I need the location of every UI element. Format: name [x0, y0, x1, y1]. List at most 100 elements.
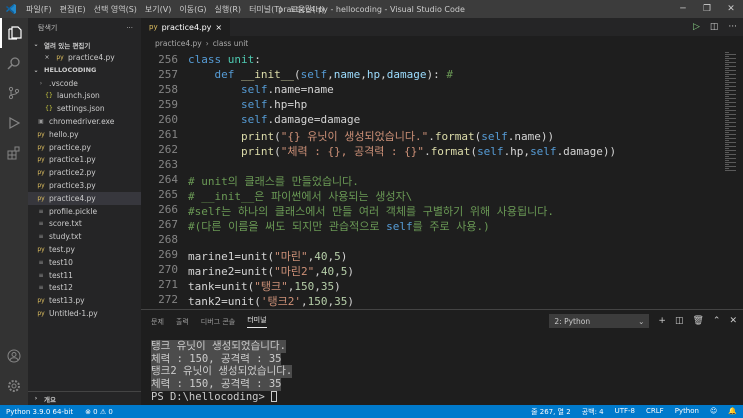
menu-item[interactable]: 편집(E)	[60, 4, 86, 15]
terminal-text: 체력 : 150, 공격력 : 35	[151, 352, 282, 366]
terminal-output[interactable]: 탱크 유닛이 생성되었습니다. 체력 : 150, 공격력 : 35 탱크2 유닛이…	[151, 340, 293, 404]
code-token: # __init__은 파이썬에서 사용되는 생성자\	[188, 190, 413, 203]
status-bar: Python 3.9.0 64-bit ⊗ 0 ⚠ 0 줄 267, 열 2 공…	[0, 405, 743, 418]
menu-item[interactable]: 선택 영역(S)	[94, 4, 137, 15]
eol[interactable]: CRLF	[646, 407, 664, 417]
minimap[interactable]	[723, 51, 743, 309]
folder-section[interactable]: ⌄ HELLOCODING	[28, 64, 141, 77]
line-number: 266	[158, 203, 178, 216]
code-editor[interactable]: 256 class unit: 257 def __init__(self,name…	[141, 51, 723, 309]
file-icon: ≡	[38, 258, 44, 266]
file-tree-item[interactable]: py Untitled-1.py	[28, 307, 141, 320]
file-tree-item[interactable]: py practice4.py	[28, 191, 141, 205]
menu-item[interactable]: 이동(G)	[179, 4, 206, 15]
file-tree-item[interactable]: ▣ chromedriver.exe	[28, 115, 141, 128]
account-icon[interactable]	[0, 341, 28, 371]
panel-tab[interactable]: 문제	[151, 317, 164, 327]
file-tree-item[interactable]: py test13.py	[28, 294, 141, 307]
language-mode[interactable]: Python	[675, 407, 699, 417]
file-name: practice1.py	[49, 155, 96, 165]
extensions-icon[interactable]	[0, 138, 28, 168]
line-number: 258	[158, 83, 178, 96]
file-tree-item[interactable]: ≡ score.txt	[28, 218, 141, 231]
close-panel-icon[interactable]: ✕	[729, 316, 737, 326]
trash-icon[interactable]: 🗑	[692, 316, 703, 326]
file-tree-item[interactable]: py practice1.py	[28, 154, 141, 167]
python-interpreter[interactable]: Python 3.9.0 64-bit	[6, 408, 73, 416]
feedback-icon[interactable]: ☺	[710, 407, 717, 417]
explorer-icon[interactable]	[0, 18, 28, 48]
problems-count[interactable]: ⊗ 0 ⚠ 0	[85, 408, 113, 416]
panel-tab[interactable]: 터미널	[247, 315, 267, 328]
file-tree-item[interactable]: ≡ profile.pickle	[28, 205, 141, 218]
file-tree-item[interactable]: ≡ test11	[28, 269, 141, 282]
file-name: practice3.py	[49, 181, 96, 191]
menu-item[interactable]: 실행(R)	[215, 4, 242, 15]
terminal-select[interactable]: 2: Python ⌄	[549, 314, 650, 328]
chevron-right-icon: ›	[39, 79, 43, 87]
code-line: class unit:	[188, 53, 261, 66]
file-tree-item[interactable]: ≡ study.txt	[28, 230, 141, 243]
file-tree-item[interactable]: py practice3.py	[28, 179, 141, 192]
source-control-icon[interactable]	[0, 78, 28, 108]
line-number: 264	[158, 173, 178, 186]
new-terminal-icon[interactable]: +	[658, 316, 666, 326]
code-token: self	[300, 68, 328, 81]
code-token: format	[434, 130, 475, 143]
open-editors-section[interactable]: ⌄ 열려 있는 편집기	[28, 38, 141, 51]
code-token: tank2=unit(	[188, 295, 261, 308]
maximize-icon[interactable]: ❐	[695, 0, 719, 18]
line-number: 261	[158, 128, 178, 141]
file-tree-item[interactable]: py hello.py	[28, 128, 141, 141]
explorer-title: 탐색기	[38, 24, 58, 32]
menu-item[interactable]: 보기(V)	[145, 4, 171, 15]
split-editor-icon[interactable]: ◫	[710, 22, 719, 32]
breadcrumb-item[interactable]: practice4.py	[155, 39, 202, 48]
code-token: 를 주로 사용.)	[412, 220, 490, 233]
code-token: #	[446, 68, 453, 81]
python-file-icon: py	[37, 310, 45, 318]
encoding[interactable]: UTF-8	[615, 407, 635, 417]
tab-close-icon[interactable]: ×	[215, 23, 222, 32]
tab-practice4[interactable]: py practice4.py ×	[141, 18, 231, 36]
more-actions-icon[interactable]: ···	[728, 22, 737, 32]
json-file-icon: {}	[45, 92, 53, 100]
panel-tab[interactable]: 출력	[176, 317, 189, 327]
bell-icon[interactable]: 🔔	[728, 407, 737, 417]
indentation[interactable]: 공백: 4	[582, 407, 604, 417]
file-tree-item[interactable]: {} settings.json	[28, 102, 141, 115]
file-tree-item[interactable]: py practice.py	[28, 141, 141, 154]
code-token: .hp,	[503, 145, 531, 158]
search-icon[interactable]	[0, 48, 28, 78]
code-token: hp	[366, 68, 381, 81]
close-icon[interactable]: ✕	[719, 0, 743, 18]
breadcrumb-item[interactable]: class unit	[213, 39, 249, 48]
gear-icon[interactable]	[0, 371, 28, 401]
file-tree-item[interactable]: ≡ test10	[28, 256, 141, 269]
more-actions-icon[interactable]: ···	[126, 24, 133, 32]
file-tree-item[interactable]: py practice2.py	[28, 166, 141, 179]
split-terminal-icon[interactable]: ◫	[675, 316, 684, 326]
panel-tab[interactable]: 디버그 콘솔	[201, 317, 235, 327]
open-editor-item[interactable]: × py practice4.py	[28, 51, 141, 64]
file-tree-item[interactable]: › .vscode	[28, 77, 141, 90]
outline-section[interactable]: › 개요	[28, 391, 141, 405]
maximize-panel-icon[interactable]: ⌃	[713, 316, 721, 326]
code-token: ,	[314, 280, 321, 293]
code-token: ,	[300, 295, 308, 308]
menu-item[interactable]: 터미널(T)	[249, 4, 282, 15]
cursor-position[interactable]: 줄 267, 열 2	[531, 407, 571, 417]
file-tree-item[interactable]: {} launch.json	[28, 90, 141, 103]
file-tree-item[interactable]: py test.py	[28, 243, 141, 256]
code-line: tank=unit("탱크",150,35)	[188, 278, 341, 294]
menu-item[interactable]: 파일(F)	[26, 4, 52, 15]
run-debug-icon[interactable]	[0, 108, 28, 138]
run-icon[interactable]: ▷	[693, 22, 700, 32]
file-tree-item[interactable]: ≡ test12	[28, 282, 141, 295]
menu-item[interactable]: 도움말(H)	[290, 4, 324, 15]
code-token: )	[347, 295, 354, 308]
breadcrumb: practice4.py › class unit	[141, 36, 743, 51]
minimize-icon[interactable]: ─	[671, 0, 695, 18]
